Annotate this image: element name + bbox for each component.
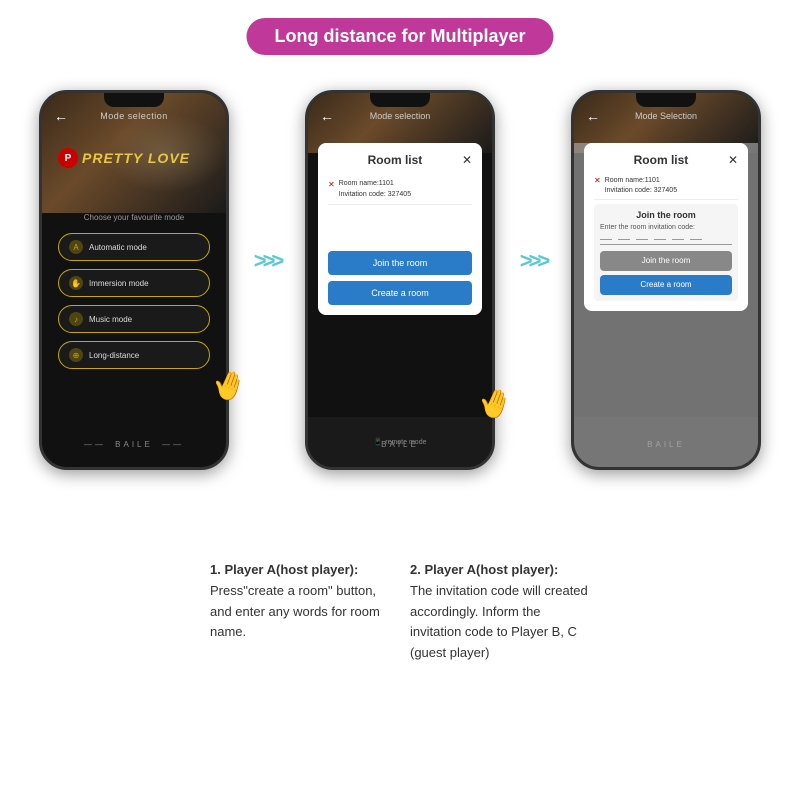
phone3-join-btn[interactable]: Join the room xyxy=(600,251,732,271)
phone1-back-arrow[interactable]: ← xyxy=(54,108,68,124)
phone2-title: Mode selection xyxy=(370,111,431,121)
phone1-logo-text: PRETTY LOVE xyxy=(82,150,190,166)
phone1-auto-label: Automatic mode xyxy=(89,243,147,252)
phone1-baile-text: BAILE xyxy=(115,440,153,449)
step1-col: 1. Player A(host player): Press"create a… xyxy=(210,560,390,664)
phone1-buttons: A Automatic mode ✋ Immersion mode ♪ Musi… xyxy=(58,233,210,369)
arrow-chevrons-1: >>> xyxy=(254,250,281,272)
phone2-wrapper: ← Mode selection Room list ✕ ✕ Room name… xyxy=(305,90,495,470)
phones-row: ← Mode selection P PRETTY LOVE Choose yo… xyxy=(0,90,800,470)
phone3-header: ← Mode Selection xyxy=(574,111,758,121)
phone1-logo-love: LOVE xyxy=(148,150,190,166)
phone2-room-name: Room name:1101 xyxy=(339,179,411,190)
step2-col: 2. Player A(host player): The invitation… xyxy=(410,560,590,664)
dash-4 xyxy=(654,239,666,240)
dash-2 xyxy=(618,239,630,240)
bottom-descriptions: 1. Player A(host player): Press"create a… xyxy=(0,560,800,664)
phone1-logo-icon: P xyxy=(58,148,78,168)
phone2-create-btn[interactable]: Create a room xyxy=(328,281,472,305)
banner-text: Long distance for Multiplayer xyxy=(274,26,525,46)
phone1-immersion-label: Immersion mode xyxy=(89,279,149,288)
phone1-title: Mode selection xyxy=(100,111,168,121)
phone3-join-section: Join the room Enter the room invitation … xyxy=(594,204,738,301)
phone1-logo: P PRETTY LOVE xyxy=(58,148,190,168)
top-banner: Long distance for Multiplayer xyxy=(246,18,553,55)
phone2-spacer xyxy=(328,211,472,251)
phone2-screen: ← Mode selection Room list ✕ ✕ Room name… xyxy=(308,93,492,467)
phone2-room-x: ✕ xyxy=(328,180,335,189)
phone2-room-item: ✕ Room name:1101 Invitation code: 327405 xyxy=(328,175,472,205)
phone3-invitation: Invitation code: 327405 xyxy=(605,186,677,196)
phone3-room-x: ✕ xyxy=(594,176,601,185)
phone2-join-btn[interactable]: Join the room xyxy=(328,251,472,275)
phone3-code-field[interactable] xyxy=(600,235,732,245)
phone2-create-label: Create a room xyxy=(371,288,429,298)
phone1-notch xyxy=(104,93,164,107)
phone3-wrapper: ← Mode Selection Room list ✕ ✕ Room name… xyxy=(571,90,761,470)
immersion-icon: ✋ xyxy=(69,276,83,290)
dash-6 xyxy=(690,239,702,240)
phone3-close-btn[interactable]: ✕ xyxy=(728,153,738,167)
phone1-logo-pretty: PRETTY xyxy=(82,150,143,166)
step2-title-text: 2. Player A(host player): xyxy=(410,562,558,577)
phone1-btn-longdistance[interactable]: ⊕ Long-distance xyxy=(58,341,210,369)
dash-3 xyxy=(636,239,648,240)
phone2-join-label: Join the room xyxy=(373,258,428,268)
phone2-dialog-title: Room list xyxy=(328,153,462,167)
phone3-notch xyxy=(636,93,696,107)
auto-icon: A xyxy=(69,240,83,254)
phone2-baile-text: BAILE xyxy=(381,440,419,449)
phone1-logo-p: P xyxy=(65,153,72,164)
phone2-room-info: Room name:1101 Invitation code: 327405 xyxy=(339,179,411,200)
phone1-btn-music[interactable]: ♪ Music mode xyxy=(58,305,210,333)
phone3-create-btn[interactable]: Create a room xyxy=(600,275,732,295)
step1-title-text: 1. Player A(host player): xyxy=(210,562,358,577)
phone1-longdistance-label: Long-distance xyxy=(89,351,139,360)
phone3-back-arrow[interactable]: ← xyxy=(586,108,600,124)
phone1-btn-immersion[interactable]: ✋ Immersion mode xyxy=(58,269,210,297)
phone3-room-info: Room name:1101 Invitation code: 327405 xyxy=(605,176,677,196)
dash-5 xyxy=(672,239,684,240)
phone1-screen: ← Mode selection P PRETTY LOVE Choose yo… xyxy=(42,93,226,467)
phone3: ← Mode Selection Room list ✕ ✕ Room name… xyxy=(571,90,761,470)
phone1-baile: BAILE xyxy=(42,440,226,449)
phone3-join-label: Join the room xyxy=(642,256,690,265)
phone1: ← Mode selection P PRETTY LOVE Choose yo… xyxy=(39,90,229,470)
phone3-screen: ← Mode Selection Room list ✕ ✕ Room name… xyxy=(574,93,758,467)
step2-body: The invitation code will created accordi… xyxy=(410,581,590,664)
phone3-dialog-header: Room list ✕ xyxy=(594,153,738,167)
phone1-header: ← Mode selection xyxy=(42,111,226,121)
phone1-music-label: Music mode xyxy=(89,315,132,324)
step2-title: 2. Player A(host player): xyxy=(410,560,590,581)
arrow-chevrons-2: >>> xyxy=(520,250,547,272)
phone2-invitation: Invitation code: 327405 xyxy=(339,190,411,201)
arrow-1: >>> xyxy=(247,250,287,272)
step1-title: 1. Player A(host player): xyxy=(210,560,390,581)
dash-1 xyxy=(600,239,612,240)
phone3-invite-label: Enter the room invitation code: xyxy=(600,224,732,231)
phone2-header: ← Mode selection xyxy=(308,111,492,121)
phone2: ← Mode selection Room list ✕ ✕ Room name… xyxy=(305,90,495,470)
phone3-create-label: Create a room xyxy=(640,280,691,289)
phone2-baile: BAILE xyxy=(308,440,492,449)
phone2-back-arrow[interactable]: ← xyxy=(320,108,334,124)
phone1-subtitle: Choose your favourite mode xyxy=(42,213,226,222)
phone3-title: Mode Selection xyxy=(635,111,697,121)
phone2-close-btn[interactable]: ✕ xyxy=(462,153,472,167)
phone2-dialog: Room list ✕ ✕ Room name:1101 Invitation … xyxy=(318,143,482,315)
phone3-join-title: Join the room xyxy=(600,210,732,220)
phone3-room-item: ✕ Room name:1101 Invitation code: 327405 xyxy=(594,173,738,200)
step1-body: Press"create a room" button, and enter a… xyxy=(210,581,390,643)
phone3-room-name: Room name:1101 xyxy=(605,176,677,186)
phone2-notch xyxy=(370,93,430,107)
phone1-wrapper: ← Mode selection P PRETTY LOVE Choose yo… xyxy=(39,90,229,470)
music-icon: ♪ xyxy=(69,312,83,326)
longdistance-icon: ⊕ xyxy=(69,348,83,362)
phone1-btn-auto[interactable]: A Automatic mode xyxy=(58,233,210,261)
phone3-dialog: Room list ✕ ✕ Room name:1101 Invitation … xyxy=(584,143,748,311)
phone2-dialog-header: Room list ✕ xyxy=(328,153,472,167)
phone3-dialog-title: Room list xyxy=(594,153,728,167)
arrow-2: >>> xyxy=(513,250,553,272)
